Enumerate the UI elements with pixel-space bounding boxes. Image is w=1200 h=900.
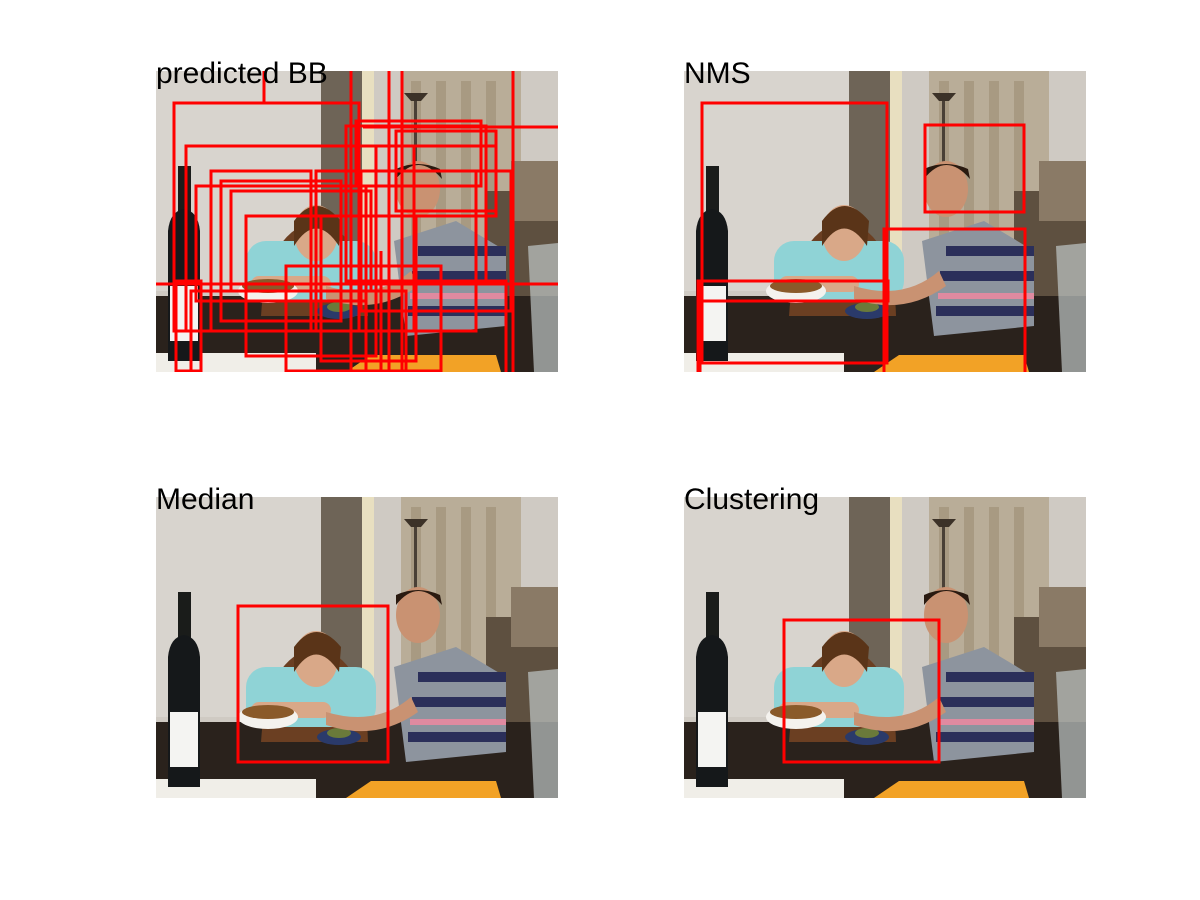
dinner-photo <box>156 71 558 372</box>
dinner-photo <box>684 497 1086 798</box>
panel-title: predicted BB <box>156 57 328 90</box>
dinner-photo <box>156 497 558 798</box>
dinner-photo <box>684 71 1086 372</box>
panel-title: NMS <box>684 57 751 90</box>
panel-title: Clustering <box>684 483 820 516</box>
panel-nms <box>684 71 1086 372</box>
panel-median <box>156 497 558 798</box>
panel-title: Median <box>156 483 255 516</box>
panel-clustering <box>684 497 1086 798</box>
panel-predicted-bb <box>156 71 558 372</box>
